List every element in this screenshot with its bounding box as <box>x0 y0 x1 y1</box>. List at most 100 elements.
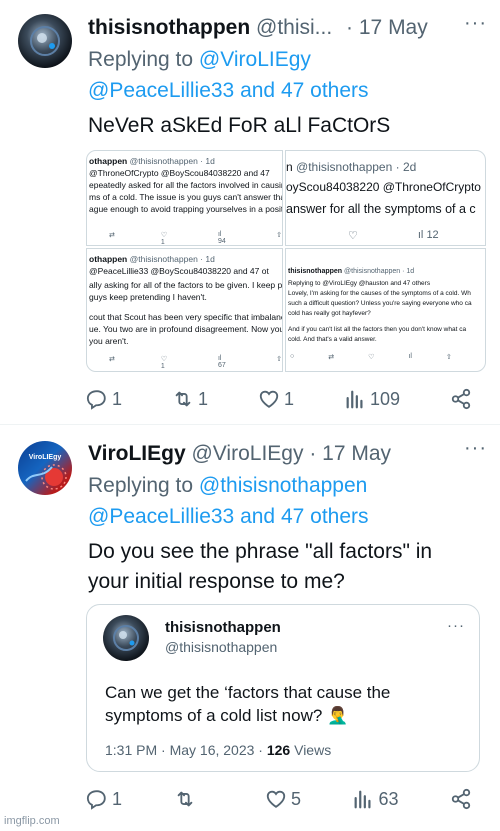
quoted-author-name[interactable]: thisisnothappen <box>165 619 281 636</box>
separator-dot: · <box>309 442 317 465</box>
avatar[interactable] <box>18 14 72 68</box>
reply-others-link[interactable]: @PeaceLillie33 and 47 others <box>88 79 369 102</box>
author-name[interactable]: thisisnothappen <box>88 16 250 39</box>
retweet-icon <box>177 791 192 807</box>
share-icon <box>451 788 471 810</box>
mini-line: And if you can't list all the factors th… <box>288 326 467 333</box>
mini-line: oyScou84038220 @ThroneOfCrypto <box>286 180 481 194</box>
mini-line: ms of a cold. The issue is you guys can'… <box>89 192 283 202</box>
replying-to: Replying to @ViroLIEgy <box>88 44 311 75</box>
virus-logo-icon: ViroLIEgy <box>25 454 67 490</box>
mini-line: ally asking for all of the factors to be… <box>89 280 283 290</box>
reply-icon <box>86 390 106 410</box>
quoted-views-count: 126 <box>266 742 291 758</box>
author-handle[interactable]: @thisi... <box>256 16 332 39</box>
author-name[interactable]: ViroLIEgy <box>88 442 186 465</box>
tweet-date[interactable]: 17 May <box>359 16 428 39</box>
reply-button[interactable]: 1 <box>86 388 122 410</box>
avatar-label: ViroLIEgy <box>29 454 62 461</box>
mini-line: cold. And that's a valid answer. <box>288 336 377 343</box>
more-options-icon[interactable]: ··· <box>447 617 465 634</box>
media-image-b[interactable]: n @thisisnothappen · 2d oyScou84038220 @… <box>285 150 486 246</box>
mini-line: ue. You two are in profound disagreement… <box>89 324 283 334</box>
heart-icon <box>259 390 279 408</box>
media-image-a[interactable]: othappen @thisisnothappen · 1d @ThroneOf… <box>86 150 283 246</box>
retweet-count: 1 <box>197 388 208 409</box>
reply-others-link[interactable]: @PeaceLillie33 and 47 others <box>88 505 369 528</box>
quoted-text: Can we get the ‘factors that cause the s… <box>105 683 391 725</box>
views-chart-icon <box>355 790 372 809</box>
mini-line: epeatedly asked for all the factors invo… <box>89 180 283 190</box>
tweet-media-collage[interactable]: othappen @thisisnothappen · 1d @ThroneOf… <box>86 150 486 372</box>
mini-name: thisisnothappen <box>288 268 343 275</box>
retweet-button[interactable]: 1 <box>172 388 208 410</box>
avatar-sphere-icon <box>113 625 139 651</box>
retweet-button[interactable] <box>174 788 214 810</box>
mini-line: such a difficult question? Unless you're… <box>288 300 472 307</box>
tweet-date[interactable]: 17 May <box>322 442 391 465</box>
mini-actions: ○ ⇄ ♡ ıl ⇧ <box>290 353 452 361</box>
quoted-author-handle[interactable]: @thisisnothappen <box>165 639 277 655</box>
avatar-sphere-icon <box>30 26 60 56</box>
mini-handle: @thisisnothappen · 1d <box>129 254 215 264</box>
tweet-text: Do you see the phrase "all factors" in y… <box>88 540 433 593</box>
avatar[interactable]: ViroLIEgy <box>18 441 72 495</box>
mini-handle: @thisisnothappen · 2d <box>296 160 417 174</box>
tweet-actions: 1 1 1 109 <box>86 388 476 410</box>
replying-prefix: Replying to <box>88 474 194 497</box>
tweet-1: thisisnothappen @thisi... · 17 May ··· R… <box>0 0 500 425</box>
media-image-c[interactable]: othappen @thisisnothappen · 1d @PeaceLil… <box>86 248 283 372</box>
watermark: imgflip.com <box>4 815 60 827</box>
view-count: 63 <box>378 788 399 809</box>
share-icon <box>451 388 471 410</box>
views-chart-icon <box>346 390 363 409</box>
more-options-icon[interactable]: ··· <box>464 437 487 460</box>
more-options-icon[interactable]: ··· <box>464 12 487 35</box>
reply-button[interactable]: 1 <box>86 788 122 810</box>
mini-line: guys keep pretending I haven't. <box>89 292 207 302</box>
like-count: 1 <box>283 388 294 409</box>
mini-handle: @thisisnothappen · 1d <box>129 156 215 166</box>
quoted-timestamp[interactable]: 1:31 PM · May 16, 2023 · <box>105 742 263 758</box>
mini-line: Lovely, I'm asking for the causes of the… <box>288 290 471 297</box>
like-button[interactable]: 1 <box>258 388 294 410</box>
mini-line: answer for all the symptoms of a c <box>286 202 476 216</box>
mini-actions: ⇄ ♡ 1 ıl 94 ⇧ <box>109 231 282 246</box>
reply-mention-link[interactable]: @ViroLIEgy <box>199 48 311 71</box>
share-button[interactable] <box>450 388 476 410</box>
tweet-actions: 1 5 63 <box>86 788 476 810</box>
reply-count: 1 <box>112 388 123 409</box>
author-handle[interactable]: @ViroLIEgy <box>191 442 303 465</box>
mini-line: @PeaceLillie33 @BoyScou84038220 and 47 o… <box>89 266 269 276</box>
mini-line: you aren't. <box>89 336 129 346</box>
quoted-views-label: Views <box>294 742 332 758</box>
mini-line: Replying to @ViroLIEgy @hauston and 47 o… <box>288 280 431 287</box>
reply-mention-link[interactable]: @thisisnothappen <box>199 474 367 497</box>
mini-line: @ThroneOfCrypto @BoyScou84038220 and 47 <box>89 168 270 178</box>
mini-line: cout that Scout has been very specific t… <box>89 312 283 322</box>
quoted-tweet[interactable]: thisisnothappen @thisisnothappen ··· Can… <box>86 604 480 772</box>
tweet-header: ViroLIEgy @ViroLIEgy · 17 May <box>88 442 391 466</box>
mini-name: n <box>286 160 293 174</box>
share-button[interactable] <box>450 788 476 810</box>
mini-actions: ⇄ ♡ 1 ıl 67 ⇧ <box>109 355 282 370</box>
views-button[interactable]: 109 <box>344 388 400 410</box>
media-image-d[interactable]: thisisnothappen @thisisnothappen · 1d Re… <box>285 248 486 372</box>
views-button[interactable]: 63 <box>352 788 399 810</box>
mini-line: cold has really got hayfever? <box>288 310 371 317</box>
separator-dot: · <box>346 16 354 39</box>
replying-to: Replying to @thisisnothappen <box>88 470 367 501</box>
view-count: 109 <box>369 388 400 409</box>
mini-line: ague enough to avoid trapping yourselves… <box>89 204 283 214</box>
mini-handle: @thisisnothappen · 1d <box>344 268 415 275</box>
like-count: 5 <box>290 788 301 809</box>
tweet-header: thisisnothappen @thisi... · 17 May <box>88 16 428 40</box>
heart-icon <box>266 790 286 808</box>
mini-name: othappen <box>89 254 128 264</box>
mini-name: othappen <box>89 156 128 166</box>
avatar[interactable] <box>103 615 149 661</box>
like-button[interactable]: 5 <box>265 788 301 810</box>
replying-others: @PeaceLillie33 and 47 others <box>88 75 369 106</box>
reply-icon <box>86 790 106 810</box>
retweet-icon <box>175 391 191 407</box>
